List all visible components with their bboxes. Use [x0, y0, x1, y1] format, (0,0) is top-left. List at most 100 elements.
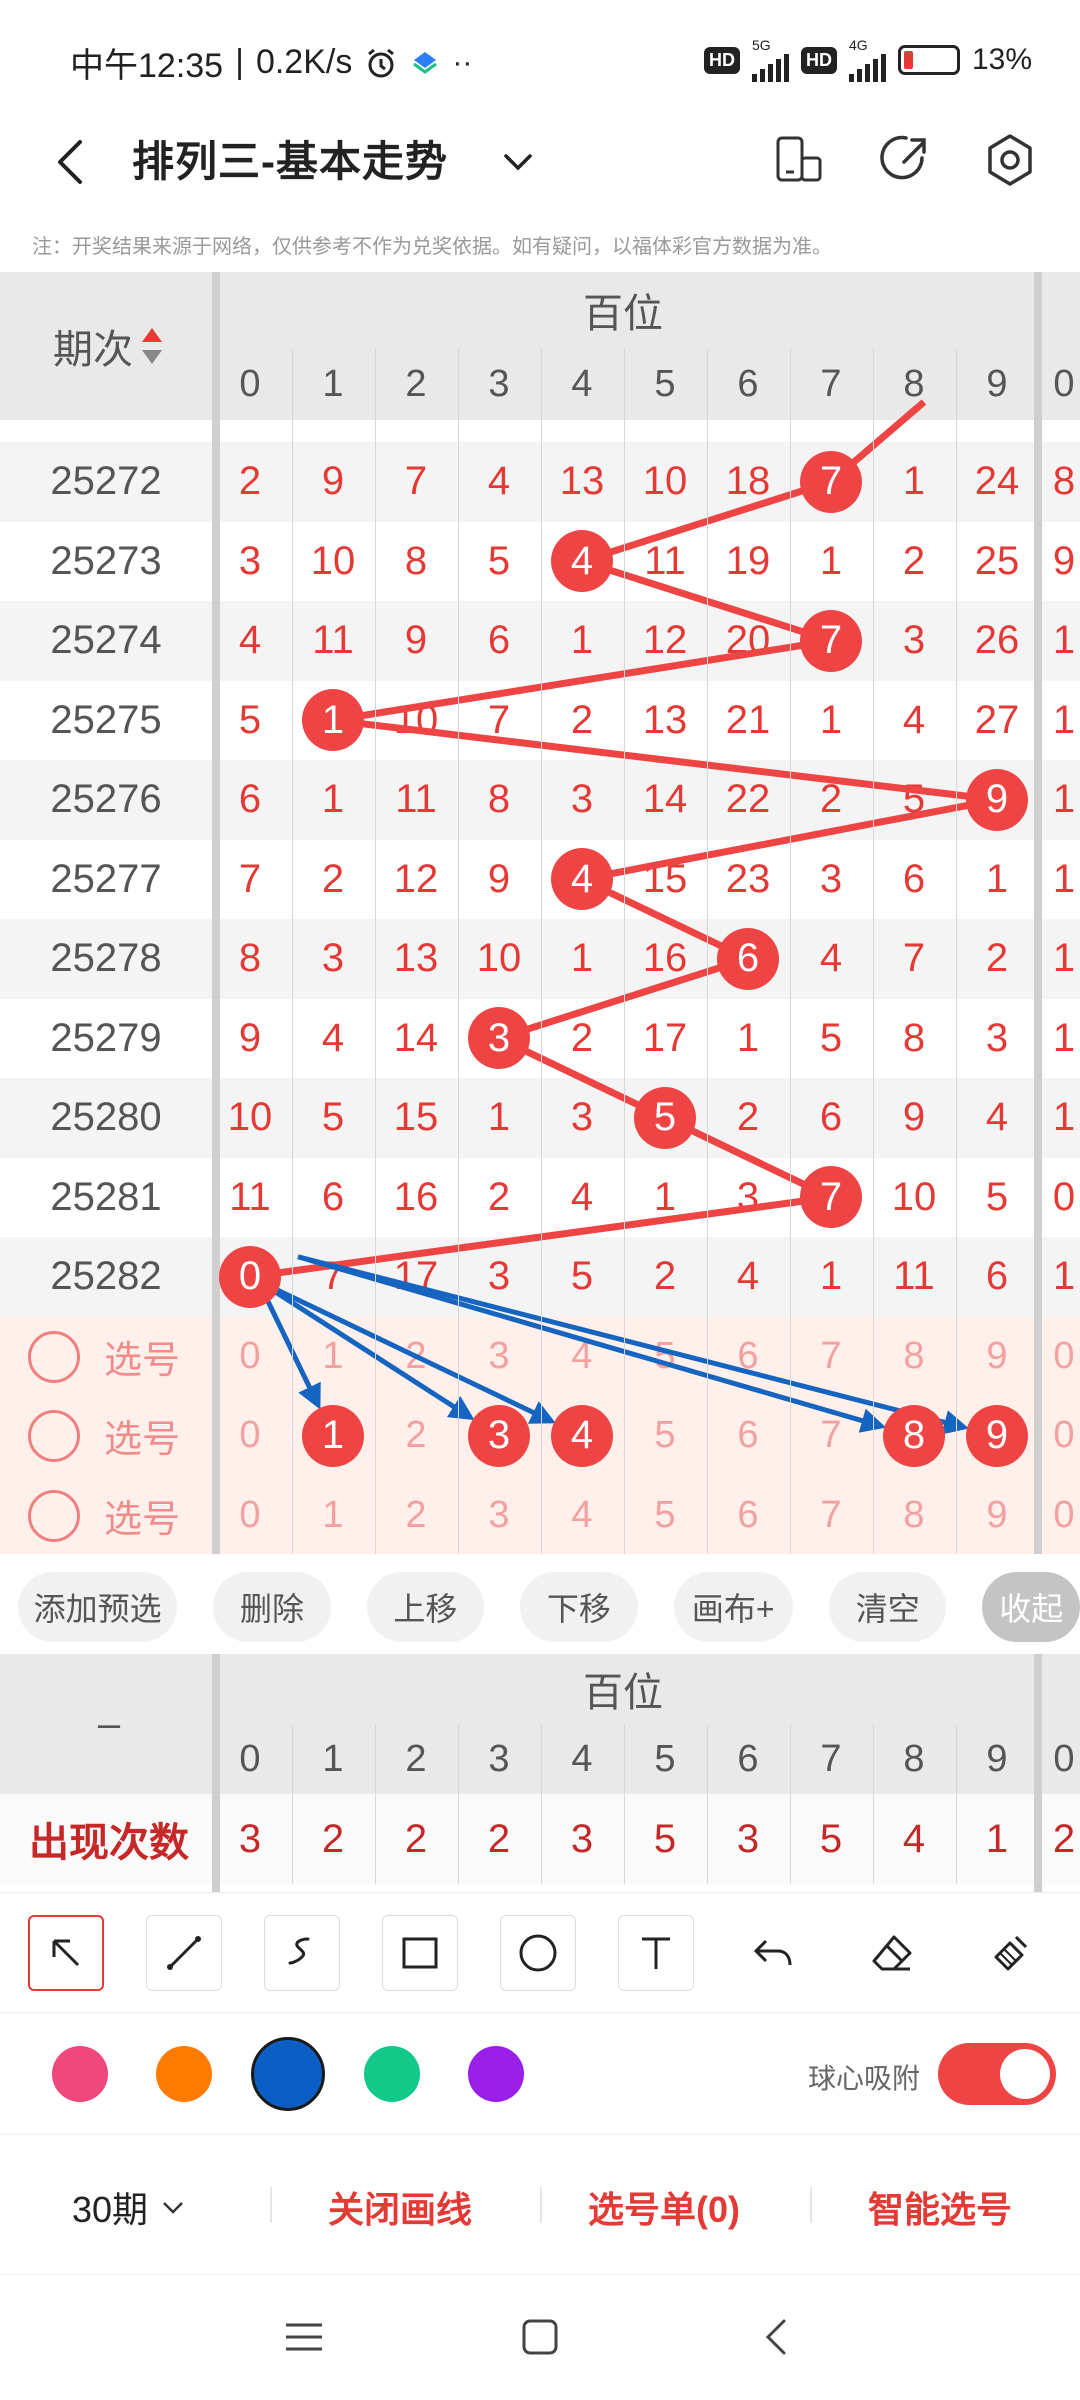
undo-tool-button[interactable] [736, 1915, 812, 1991]
rectangle-tool-button[interactable] [382, 1915, 458, 1991]
action-button-0[interactable]: 添加预选 [18, 1572, 178, 1642]
pick-row-radio[interactable] [28, 1330, 80, 1383]
pick-digit[interactable]: 0 [210, 1396, 290, 1476]
miss-count: 4 [902, 697, 926, 742]
pick-digit[interactable]: 0 [210, 1317, 290, 1397]
picked-ball[interactable]: 3 [468, 1404, 530, 1467]
settings-icon[interactable] [978, 128, 1042, 192]
action-button-5[interactable]: 清空 [829, 1572, 947, 1642]
action-bar: 添加预选 删除 上移 下移 画布+ 清空 收起 [0, 1560, 1080, 1654]
page-title[interactable]: 排列三-基本走势 [132, 128, 448, 189]
trend-table[interactable]: 期次 百位 01234567890 25272 2 9 7 4 13 10 18 7 1 24 8 25… [0, 272, 1080, 1554]
pick-digit[interactable]: 4 [542, 1317, 622, 1397]
period-selector[interactable]: 30期 [72, 2181, 188, 2233]
action-button-3[interactable]: 下移 [520, 1572, 638, 1642]
color-swatch-0[interactable] [52, 2046, 108, 2102]
miss-count: 8 [238, 936, 262, 981]
pick-digit[interactable]: 4 [542, 1476, 622, 1555]
arrow-tool-button[interactable] [28, 1915, 104, 1991]
pick-digit[interactable]: 3 [459, 1476, 539, 1555]
pick-digit[interactable]: 5 [625, 1476, 705, 1555]
pick-digit[interactable]: 7 [791, 1317, 871, 1397]
miss-count: 11 [312, 618, 354, 663]
column-separator [212, 272, 220, 1554]
picked-ball[interactable]: 9 [966, 1404, 1028, 1467]
pick-digit[interactable]: 9 [957, 1317, 1037, 1397]
back-arrow-icon[interactable] [42, 132, 102, 192]
stats-corner: – [97, 1701, 121, 1746]
issue-column-label: 期次 [53, 328, 133, 372]
miss-count: 1 [985, 856, 1009, 901]
pick-digit[interactable]: 8 [874, 1476, 954, 1555]
action-button-1[interactable]: 删除 [213, 1572, 331, 1642]
miss-count: 5 [570, 1254, 594, 1299]
pick-digit[interactable]: 7 [791, 1476, 871, 1555]
stats-digit-header: 0 [239, 1737, 261, 1780]
action-button-6[interactable]: 收起 [982, 1572, 1080, 1642]
action-button-2[interactable]: 上移 [366, 1572, 485, 1642]
digit-header-2: 2 [405, 362, 427, 405]
line-tool-button[interactable] [146, 1915, 222, 1991]
pick-row-radio[interactable] [28, 1489, 80, 1542]
occurrence-count: 2 [321, 1816, 345, 1861]
clear-tool-button[interactable] [972, 1915, 1048, 1991]
pick-digit[interactable]: 2 [376, 1317, 456, 1397]
color-swatch-3[interactable] [364, 2046, 420, 2102]
miss-count: 23 [725, 856, 771, 901]
pick-row-radio[interactable] [28, 1410, 80, 1462]
color-swatch-4[interactable] [468, 2046, 524, 2102]
sort-icon[interactable] [139, 324, 165, 368]
color-swatch-2[interactable] [251, 2037, 325, 2111]
freehand-tool-icon [288, 1937, 310, 1965]
pick-digit[interactable]: 5 [625, 1396, 705, 1476]
extra-column-value: 9 [1052, 538, 1076, 583]
miss-count: 20 [725, 618, 771, 663]
disclaimer-notice: 注：开奖结果来源于网络，仅供参考不作为兑奖依据。如有疑问，以福体彩官方数据为准。 [32, 236, 832, 258]
pick-digit[interactable]: 9 [957, 1476, 1037, 1555]
issue-column-header[interactable]: 期次 [0, 272, 218, 420]
app-header: 排列三-基本走势 [0, 110, 1080, 230]
action-button-4[interactable]: 画布+ [673, 1572, 793, 1642]
freehand-tool-button[interactable] [264, 1915, 340, 1991]
miss-count: 3 [985, 1015, 1009, 1060]
screen-orientation-icon[interactable] [766, 128, 830, 192]
circle-tool-button[interactable] [500, 1915, 576, 1991]
hit-ball: 3 [468, 1007, 530, 1070]
close-drawing-button[interactable]: 关闭画线 [328, 2181, 472, 2233]
miss-count: 7 [902, 936, 926, 981]
pick-digit[interactable]: 0 [210, 1476, 290, 1555]
picked-ball[interactable]: 8 [883, 1404, 945, 1467]
miss-count: 13 [559, 459, 605, 504]
menu-icon[interactable] [282, 2315, 326, 2359]
pick-digit[interactable]: 6 [708, 1476, 788, 1555]
pick-digit[interactable]: 3 [459, 1317, 539, 1397]
snap-to-center-toggle[interactable] [938, 2043, 1056, 2105]
picked-ball[interactable]: 1 [302, 1404, 364, 1467]
pick-digit[interactable]: 1 [293, 1476, 373, 1555]
extra-column-value: 1 [1052, 1254, 1076, 1299]
color-swatch-1[interactable] [156, 2046, 212, 2102]
eraser-tool-button[interactable] [854, 1915, 930, 1991]
miss-count: 14 [642, 777, 688, 822]
pick-digit[interactable]: 2 [376, 1396, 456, 1476]
picked-ball[interactable]: 4 [551, 1404, 613, 1467]
chevron-down-icon[interactable] [498, 132, 538, 192]
status-divider: | [235, 43, 244, 81]
miss-count: 3 [570, 1095, 594, 1140]
miss-count: 6 [238, 777, 262, 822]
text-tool-button[interactable] [618, 1915, 694, 1991]
pick-list-button[interactable]: 选号单(0) [588, 2181, 740, 2233]
pick-digit[interactable]: 7 [791, 1396, 871, 1476]
home-icon[interactable] [518, 2315, 562, 2359]
pick-digit[interactable]: 8 [874, 1317, 954, 1397]
pick-digit[interactable]: 1 [293, 1317, 373, 1397]
pick-digit[interactable]: 2 [376, 1476, 456, 1555]
miss-count: 2 [570, 1015, 594, 1060]
share-icon[interactable] [872, 128, 936, 192]
smart-pick-button[interactable]: 智能选号 [868, 2181, 1012, 2233]
digit-header-3: 3 [488, 362, 510, 405]
pick-digit[interactable]: 5 [625, 1317, 705, 1397]
back-icon[interactable] [756, 2315, 800, 2359]
pick-digit[interactable]: 6 [708, 1396, 788, 1476]
pick-digit[interactable]: 6 [708, 1317, 788, 1397]
